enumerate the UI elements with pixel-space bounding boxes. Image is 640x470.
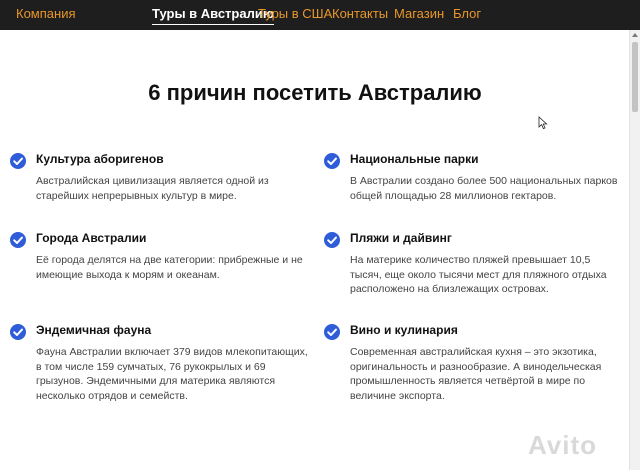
vertical-scrollbar[interactable]	[629, 30, 640, 470]
feature-title: Национальные парки	[350, 152, 479, 166]
avito-watermark: Avito	[528, 430, 598, 460]
feature-description: Современная австралийская кухня – это эк…	[350, 346, 602, 402]
feature-description: Её города делятся на две категории: приб…	[36, 254, 303, 281]
feature-description: На материке количество пляжей превышает …	[350, 254, 607, 295]
scrollbar-thumb[interactable]	[632, 42, 638, 112]
check-circle-icon	[10, 232, 26, 248]
mouse-cursor-icon	[538, 116, 548, 130]
check-circle-icon	[10, 324, 26, 340]
feature-title: Пляжи и дайвинг	[350, 231, 452, 245]
feature-title: Города Австралии	[36, 231, 147, 245]
nav-item-shop[interactable]: Магазин	[394, 6, 444, 21]
feature-title: Эндемичная фауна	[36, 323, 152, 337]
nav-item-tours-australia[interactable]: Туры в Австралию	[152, 6, 274, 25]
top-navbar: Компания Туры в Австралию Туры в США Кон…	[0, 0, 640, 30]
feature-description: В Австралии создано более 500 национальн…	[350, 175, 618, 202]
feature-description: Австралийская цивилизация является одной…	[36, 175, 269, 202]
feature-title: Культура аборигенов	[36, 152, 164, 166]
nav-item-tours-usa[interactable]: Туры в США	[258, 6, 332, 21]
nav-brand-link[interactable]: Компания	[16, 6, 76, 21]
nav-item-contacts[interactable]: Контакты	[332, 6, 388, 21]
scroll-up-arrow-icon[interactable]	[632, 33, 638, 37]
check-circle-icon	[10, 153, 26, 169]
page-title: 6 причин посетить Австралию	[148, 80, 482, 105]
check-circle-icon	[324, 153, 340, 169]
nav-item-blog[interactable]: Блог	[453, 6, 481, 21]
feature-description: Фауна Австралии включает 379 видов млеко…	[36, 346, 308, 402]
feature-title: Вино и кулинария	[350, 323, 458, 337]
check-circle-icon	[324, 324, 340, 340]
check-circle-icon	[324, 232, 340, 248]
